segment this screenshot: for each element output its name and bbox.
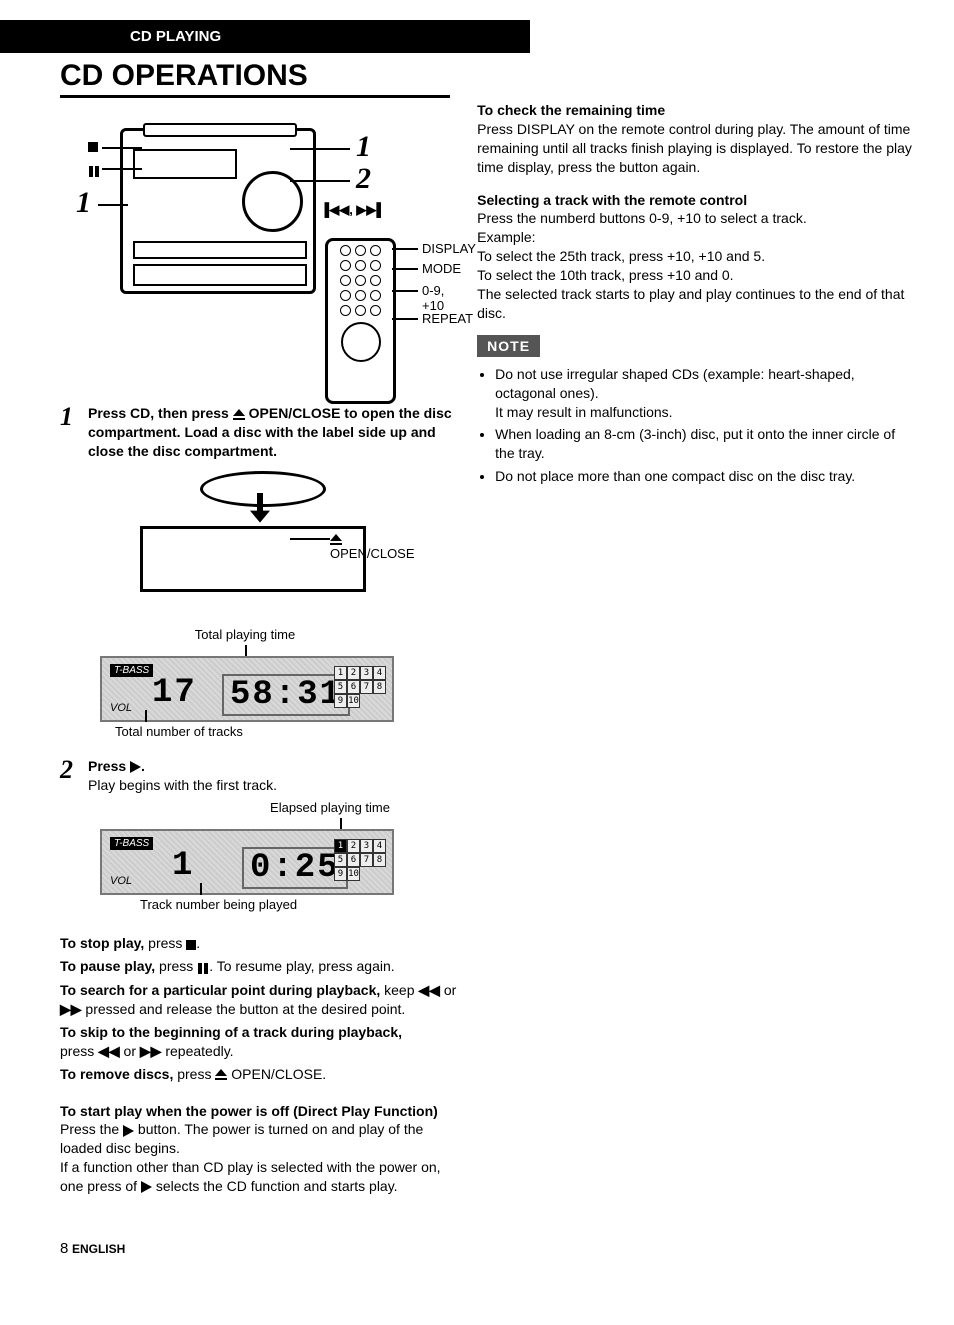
step-2-line: Play begins with the first track. <box>88 777 277 793</box>
note-item: Do not use irregular shaped CDs (example… <box>495 365 914 422</box>
eject-icon <box>330 534 342 545</box>
track-grid: 1234 5678 910 <box>334 666 386 708</box>
elapsed-time-value: 0:25 <box>242 847 348 889</box>
lcd-display-2: T-BASS VOL 1 0:25 1234 5678 910 <box>100 829 394 895</box>
device-diagram: 1 1 2 ▐◀◀, ▶▶▌ DISPLAY <box>70 108 457 398</box>
pause-icon <box>197 958 209 977</box>
stop-play-line: To stop play, press . <box>60 934 457 953</box>
step-2-bold-post: . <box>141 758 145 774</box>
remote-illustration <box>325 238 396 404</box>
lcd1-caption-top: Total playing time <box>100 627 390 642</box>
note-item: Do not place more than one compact disc … <box>495 467 914 486</box>
lcd1-caption-bottom: Total number of tracks <box>115 724 457 739</box>
tbass-indicator: T-BASS <box>110 837 153 850</box>
skip-icons-label: ▐◀◀, ▶▶▌ <box>320 202 386 218</box>
step-2-number: 2 <box>60 757 88 795</box>
right-column: To check the remaining time Press DISPLA… <box>477 53 914 1200</box>
callout-left-1: 1 <box>76 186 91 220</box>
track-grid: 1234 5678 910 <box>334 839 386 881</box>
current-track-value: 1 <box>172 847 194 885</box>
remove-line: To remove discs, press OPEN/CLOSE. <box>60 1065 457 1084</box>
lcd2-caption-bottom: Track number being played <box>140 897 457 912</box>
eject-icon <box>233 409 245 420</box>
pause-play-line: To pause play, press . To resume play, p… <box>60 957 457 977</box>
vol-indicator: VOL <box>110 702 132 714</box>
check-time-block: To check the remaining time Press DISPLA… <box>477 101 914 177</box>
step-1: 1 Press CD, then press OPEN/CLOSE to ope… <box>60 404 457 461</box>
total-tracks-value: 17 <box>152 674 197 712</box>
step-1-number: 1 <box>60 404 88 461</box>
play-icon <box>141 1181 152 1193</box>
left-column: CD OPERATIONS 1 1 <box>60 53 457 1200</box>
stereo-illustration <box>120 128 316 294</box>
vol-indicator: VOL <box>110 875 132 887</box>
stop-icon <box>186 940 196 950</box>
tbass-indicator: T-BASS <box>110 664 153 677</box>
search-line: To search for a particular point during … <box>60 981 457 1019</box>
loading-diagram: OPEN/CLOSE <box>100 471 400 621</box>
callout-right-1: 1 <box>356 130 371 164</box>
pause-icon <box>88 162 100 178</box>
page-title: CD OPERATIONS <box>60 59 450 98</box>
display-label: DISPLAY <box>422 241 476 256</box>
note-badge: NOTE <box>477 335 540 357</box>
eject-icon <box>215 1069 227 1080</box>
note-item: When loading an 8-cm (3-inch) disc, put … <box>495 425 914 463</box>
direct-play-block: To start play when the power is off (Dir… <box>60 1102 457 1196</box>
step-2: 2 Press . Play begins with the first tra… <box>60 757 457 795</box>
select-track-block: Selecting a track with the remote contro… <box>477 191 914 323</box>
play-icon <box>130 761 141 773</box>
step-1-text-a: Press CD, then press <box>88 405 233 421</box>
skip-line: To skip to the beginning of a track duri… <box>60 1023 457 1061</box>
mode-label: MODE <box>422 261 461 276</box>
repeat-label: REPEAT <box>422 311 473 326</box>
section-header: CD PLAYING <box>0 20 530 53</box>
open-close-label: OPEN/CLOSE <box>330 546 415 561</box>
total-time-value: 58:31 <box>222 674 350 716</box>
page-footer: 8 ENGLISH <box>60 1240 914 1257</box>
note-list: Do not use irregular shaped CDs (example… <box>477 365 914 486</box>
play-icon <box>123 1125 134 1137</box>
callout-right-2: 2 <box>356 162 371 196</box>
stop-icon <box>88 142 98 152</box>
lcd2-caption-top: Elapsed playing time <box>100 800 420 815</box>
step-2-bold-pre: Press <box>88 758 130 774</box>
digits-label: 0-9, +10 <box>422 283 457 313</box>
